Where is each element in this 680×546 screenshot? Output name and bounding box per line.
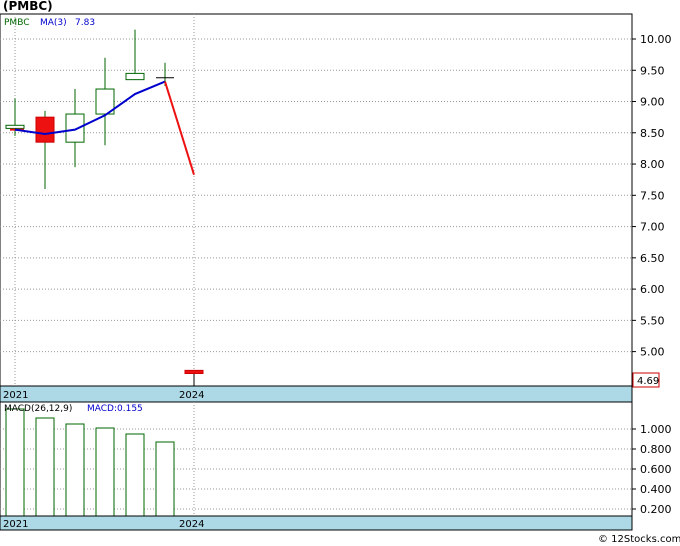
price-y-tick-label: 8.50 (640, 127, 665, 140)
legend-symbol: PMBC (4, 18, 30, 28)
macd-bar (5, 408, 25, 517)
price-y-tick-label: 6.50 (640, 252, 665, 265)
macd-bar (155, 441, 175, 517)
macd-bar (35, 417, 55, 517)
last-price-label: 4.69 (637, 376, 659, 387)
price-panel: 10.00 9.50 9.00 8.50 8.00 7.50 7.00 6.50 6.00 5.5… (0, 13, 672, 403)
price-y-axis: 10.00 9.50 9.00 8.50 8.00 7.50 7.00 6.50 6.00 5.5… (632, 33, 672, 359)
macd-y-tick-label: 0.400 (640, 483, 672, 496)
price-y-tick-label: 10.00 (640, 33, 672, 46)
macd-x-label-2021: 2021 (3, 519, 28, 530)
macd-y-axis: 1.000 0.800 0.600 0.400 0.200 (632, 423, 672, 516)
macd-y-tick-label: 0.800 (640, 443, 672, 456)
legend-ma: MA(3) (40, 18, 67, 28)
macd-y-tick-label: 1.000 (640, 423, 672, 436)
price-y-tick-label: 7.00 (640, 221, 665, 234)
candle-body (65, 113, 85, 143)
price-x-axis-band (0, 385, 633, 403)
legend-ma-value: 7.83 (75, 18, 95, 28)
macd-plot-area (0, 401, 633, 517)
price-y-tick-label: 9.50 (640, 64, 665, 77)
macd-panel: 1.0000.8000.6000.4000.200 MACD(26,12,9) … (0, 401, 672, 531)
macd-x-axis-band (0, 515, 633, 531)
macd-legend-value: MACD:0.155 (87, 404, 143, 414)
macd-y-tick-label: 0.600 (640, 463, 672, 476)
macd-bar (95, 427, 115, 517)
watermark: © 12Stocks.com (598, 534, 680, 545)
macd-x-label-2024: 2024 (179, 519, 204, 530)
chart-title: (PMBC) (3, 0, 53, 13)
macd-bar (65, 423, 85, 517)
price-y-tick-label: 7.50 (640, 189, 665, 202)
candle-body (35, 116, 55, 143)
price-y-tick-label: 8.00 (640, 158, 665, 171)
candle-body (184, 369, 204, 374)
candle-body (5, 124, 25, 129)
macd-y-tick-label: 0.200 (640, 503, 672, 516)
stock-chart: (PMBC) 10.00 9.50 9.00 8.50 8.00 7.50 7.00 6.50… (0, 0, 680, 545)
price-x-label-2021: 2021 (3, 390, 28, 401)
macd-legend-params: MACD(26,12,9) (4, 404, 72, 414)
macd-bar (125, 433, 145, 517)
price-y-tick-label: 5.00 (640, 346, 665, 359)
price-y-tick-label: 5.50 (640, 314, 665, 327)
price-x-label-2024: 2024 (179, 390, 204, 401)
price-y-tick-label: 9.00 (640, 96, 665, 109)
price-y-tick-label: 6.00 (640, 283, 665, 296)
candle-body (125, 72, 145, 81)
